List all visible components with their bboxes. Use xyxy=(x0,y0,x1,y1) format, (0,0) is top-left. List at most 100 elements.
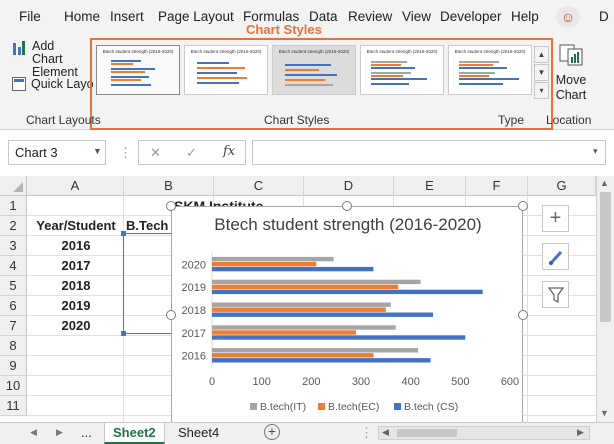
chart-resize-handle-t[interactable] xyxy=(342,201,352,211)
chart-style-thumbnail-2[interactable]: Btech student strength (2016-2020) xyxy=(184,45,268,95)
hscroll-left-icon[interactable]: ◀ xyxy=(382,427,389,438)
hscroll-thumb[interactable] xyxy=(397,429,457,437)
row-header-2[interactable]: 2 xyxy=(0,216,27,236)
y-tick-label: 2019 xyxy=(182,282,206,294)
legend-label: B.tech(IT) xyxy=(260,401,306,413)
cell-year-2019[interactable]: 2019 xyxy=(28,296,124,316)
name-box[interactable]: Chart 3 ▼ xyxy=(8,140,106,165)
chart-filters-funnel-icon[interactable] xyxy=(542,281,569,308)
bar-2018-btechec xyxy=(212,307,386,312)
row-header-10[interactable]: 10 xyxy=(0,376,27,396)
chart-resize-handle-r[interactable] xyxy=(518,310,528,320)
chart-style-thumbnail-4[interactable]: Btech student strength (2016-2020) xyxy=(360,45,444,95)
tab-home[interactable]: Home xyxy=(64,9,100,24)
chart-area[interactable]: Btech student strength (2016-2020) 2016 2… xyxy=(171,206,523,424)
cell-year-2016[interactable]: 2016 xyxy=(28,236,124,256)
bar-2020-btechcs xyxy=(212,266,374,272)
row-header-5[interactable]: 5 xyxy=(0,276,27,296)
scroll-thumb[interactable] xyxy=(600,192,611,322)
chart-resize-handle-tl[interactable] xyxy=(166,201,176,211)
tab-review[interactable]: Review xyxy=(348,9,392,24)
sheet-nav-prev-icon[interactable]: ◀ xyxy=(30,427,37,438)
group-label-chart-styles: Chart Styles xyxy=(264,113,330,127)
x-tick-label: 0 xyxy=(209,376,215,388)
gallery-more-icon[interactable]: ▾ xyxy=(534,82,549,99)
cell-a2-header[interactable]: Year/Student xyxy=(28,216,124,236)
quick-layout-icon[interactable] xyxy=(12,77,26,91)
y-tick-label: 2016 xyxy=(182,351,206,363)
chart-plot[interactable]: 201620172018201920200 100 200 300 400 500 600B… xyxy=(172,207,524,425)
sheet-nav-more[interactable]: ... xyxy=(81,425,92,440)
sheet-nav-next-icon[interactable]: ▶ xyxy=(56,427,63,438)
vertical-scrollbar[interactable]: ▲ ▼ xyxy=(596,176,614,422)
horizontal-scrollbar[interactable]: ◀ ▶ xyxy=(378,426,590,440)
column-header-g[interactable]: G xyxy=(528,176,596,196)
cancel-icon[interactable]: ✕ xyxy=(150,145,161,161)
range-handle-bottom[interactable] xyxy=(121,331,126,336)
tab-developer[interactable]: Developer xyxy=(440,9,502,24)
bar-2019-btechcs xyxy=(212,289,483,295)
sheet-tab-sheet4[interactable]: Sheet4 xyxy=(170,423,227,444)
scroll-down-icon[interactable]: ▼ xyxy=(600,408,609,418)
column-header-a[interactable]: A xyxy=(27,176,124,196)
bar-2019-btechec xyxy=(212,284,399,290)
legend-swatch xyxy=(250,403,257,410)
hscroll-right-icon[interactable]: ▶ xyxy=(577,427,584,438)
add-chart-element-button[interactable]: Add Chart Element xyxy=(32,40,88,79)
column-header-c[interactable]: C xyxy=(214,176,304,196)
new-sheet-button[interactable]: + xyxy=(264,424,280,440)
row-header-8[interactable]: 8 xyxy=(0,336,27,356)
insert-function-icon[interactable]: fx xyxy=(223,144,235,159)
cell-year-2020[interactable]: 2020 xyxy=(28,316,124,336)
row-header-7[interactable]: 7 xyxy=(0,316,27,336)
gallery-scroll-down-icon[interactable]: ▼ xyxy=(534,64,549,81)
add-chart-element-icon[interactable] xyxy=(12,40,26,56)
x-tick-label: 200 xyxy=(302,376,320,388)
chart-styles-brush-icon[interactable] xyxy=(542,243,569,270)
scroll-up-icon[interactable]: ▲ xyxy=(600,178,609,188)
column-header-d[interactable]: D xyxy=(304,176,394,196)
column-header-f[interactable]: F xyxy=(466,176,528,196)
thumbnail-title: Btech student strength (2016-2020) xyxy=(102,49,174,54)
thumbnail-title: Btech student strength (2016-2020) xyxy=(190,49,262,54)
bar-2020-btechec xyxy=(212,261,317,267)
chart-resize-handle-tr[interactable] xyxy=(518,201,528,211)
enter-icon[interactable]: ✓ xyxy=(186,145,197,161)
formula-input[interactable]: ▾ xyxy=(252,140,606,165)
bar-2018-btechit xyxy=(212,302,391,307)
row-header-6[interactable]: 6 xyxy=(0,296,27,316)
column-header-b[interactable]: B xyxy=(124,176,214,196)
expand-formula-icon[interactable]: ▾ xyxy=(593,146,598,157)
tab-page-layout[interactable]: Page Layout xyxy=(158,9,234,24)
bar-2019-btechit xyxy=(212,279,421,285)
row-header-9[interactable]: 9 xyxy=(0,356,27,376)
range-handle-top[interactable] xyxy=(121,231,126,236)
cell-year-2017[interactable]: 2017 xyxy=(28,256,124,276)
tab-design[interactable]: D xyxy=(599,9,609,24)
row-header-4[interactable]: 4 xyxy=(0,256,27,276)
sheet-tab-sheet2[interactable]: Sheet2 xyxy=(104,423,165,444)
chart-style-thumbnail-1[interactable]: Btech student strength (2016-2020) xyxy=(96,45,180,95)
row-header-11[interactable]: 11 xyxy=(0,396,27,416)
select-all-corner[interactable] xyxy=(0,176,27,196)
column-header-e[interactable]: E xyxy=(394,176,466,196)
chart-elements-plus-icon[interactable]: + xyxy=(542,205,569,232)
move-chart-button[interactable]: Move Chart xyxy=(554,73,588,103)
tab-split-grip-icon[interactable]: ⋮ xyxy=(360,425,373,441)
legend-label: B.tech (CS) xyxy=(404,401,458,413)
row-header-3[interactable]: 3 xyxy=(0,236,27,256)
chart-style-thumbnail-3[interactable]: Btech student strength (2016-2020) xyxy=(272,45,356,95)
tab-file[interactable]: File xyxy=(19,9,41,24)
tab-insert[interactable]: Insert xyxy=(110,9,144,24)
gallery-scroll-up-icon[interactable]: ▲ xyxy=(534,46,549,63)
tab-view[interactable]: View xyxy=(402,9,431,24)
tab-help[interactable]: Help xyxy=(511,9,539,24)
smiley-feedback-icon[interactable]: ☺ xyxy=(556,6,580,28)
move-chart-icon[interactable] xyxy=(558,41,584,67)
name-box-dropdown-icon[interactable]: ▼ xyxy=(93,146,102,156)
chart-resize-handle-l[interactable] xyxy=(166,310,176,320)
row-header-1[interactable]: 1 xyxy=(0,196,27,216)
quick-layout-button[interactable]: Quick Layo xyxy=(31,77,94,91)
cell-year-2018[interactable]: 2018 xyxy=(28,276,124,296)
chart-style-thumbnail-5[interactable]: Btech student strength (2016-2020) xyxy=(448,45,532,95)
